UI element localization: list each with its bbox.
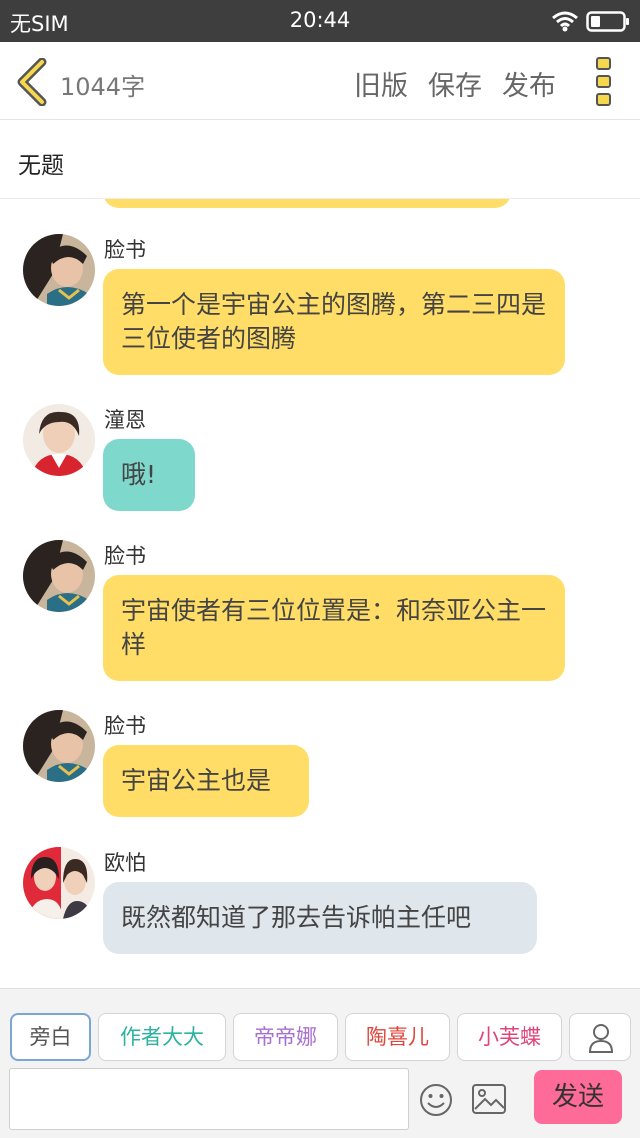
status-bar: 无SIM 20:44	[0, 0, 640, 42]
emoji-icon[interactable]	[419, 1083, 453, 1117]
word-count: 1044字	[60, 73, 146, 101]
role-chip-label: 帝帝娜	[254, 1025, 317, 1049]
role-chip-xiaofudie[interactable]: 小芙蝶	[457, 1013, 562, 1061]
role-chip-label: 旁白	[29, 1025, 72, 1049]
role-chip-ditina[interactable]: 帝帝娜	[233, 1013, 338, 1061]
more-vertical-icon[interactable]	[595, 56, 613, 108]
story-title[interactable]: 无题	[18, 146, 64, 180]
old-version-button[interactable]: 旧版	[354, 64, 408, 103]
role-chip-narrator[interactable]: 旁白	[10, 1013, 91, 1061]
story-title-row[interactable]: 无题	[0, 121, 640, 199]
message-input[interactable]	[9, 1068, 409, 1130]
message-bubble[interactable]: 既然都知道了那去告诉帕主任吧	[103, 882, 537, 954]
avatar[interactable]	[23, 710, 95, 782]
role-chip-label: 小芙蝶	[478, 1025, 541, 1049]
clock: 20:44	[289, 8, 351, 32]
role-chip-author[interactable]: 作者大大	[98, 1013, 226, 1061]
message-bubble[interactable]: 第一个是宇宙公主的图腾，第二三四是三位使者的图腾	[103, 269, 565, 375]
avatar[interactable]	[23, 847, 95, 919]
wifi-icon	[552, 11, 578, 32]
send-button[interactable]: 发送	[534, 1070, 622, 1124]
add-role-button[interactable]	[569, 1013, 631, 1061]
save-button[interactable]: 保存	[428, 64, 482, 103]
chevron-left-icon[interactable]	[14, 58, 50, 106]
message-author: 潼恩	[104, 408, 146, 432]
avatar[interactable]	[23, 404, 95, 476]
message-bubble[interactable]: 宇宙公主也是	[103, 745, 309, 817]
message-author: 脸书	[104, 714, 146, 738]
message-bubble[interactable]: 宇宙使者有三位位置是：和奈亚公主一样	[103, 575, 565, 681]
publish-button[interactable]: 发布	[502, 64, 556, 103]
image-icon[interactable]	[471, 1083, 507, 1115]
message-author: 脸书	[104, 544, 146, 568]
person-icon	[588, 1024, 614, 1053]
avatar[interactable]	[23, 540, 95, 612]
role-chip-label: 陶喜儿	[366, 1025, 429, 1049]
role-chip-label: 作者大大	[120, 1025, 204, 1049]
role-chip-taoxier[interactable]: 陶喜儿	[345, 1013, 450, 1061]
partial-message-bubble	[103, 199, 511, 208]
chat-area[interactable]: 脸书 第一个是宇宙公主的图腾，第二三四是三位使者的图腾 潼恩 哦! 脸书 宇宙使…	[0, 199, 640, 987]
battery-icon	[586, 11, 629, 32]
avatar[interactable]	[23, 234, 95, 306]
message-bubble[interactable]: 哦!	[103, 439, 195, 511]
message-author: 欧怕	[104, 851, 146, 875]
nav-bar: 1044字 旧版 保存 发布	[0, 42, 640, 120]
message-author: 脸书	[104, 238, 146, 262]
composer-toolbar: 旁白 作者大大 帝帝娜 陶喜儿 小芙蝶 发送	[0, 988, 640, 1138]
